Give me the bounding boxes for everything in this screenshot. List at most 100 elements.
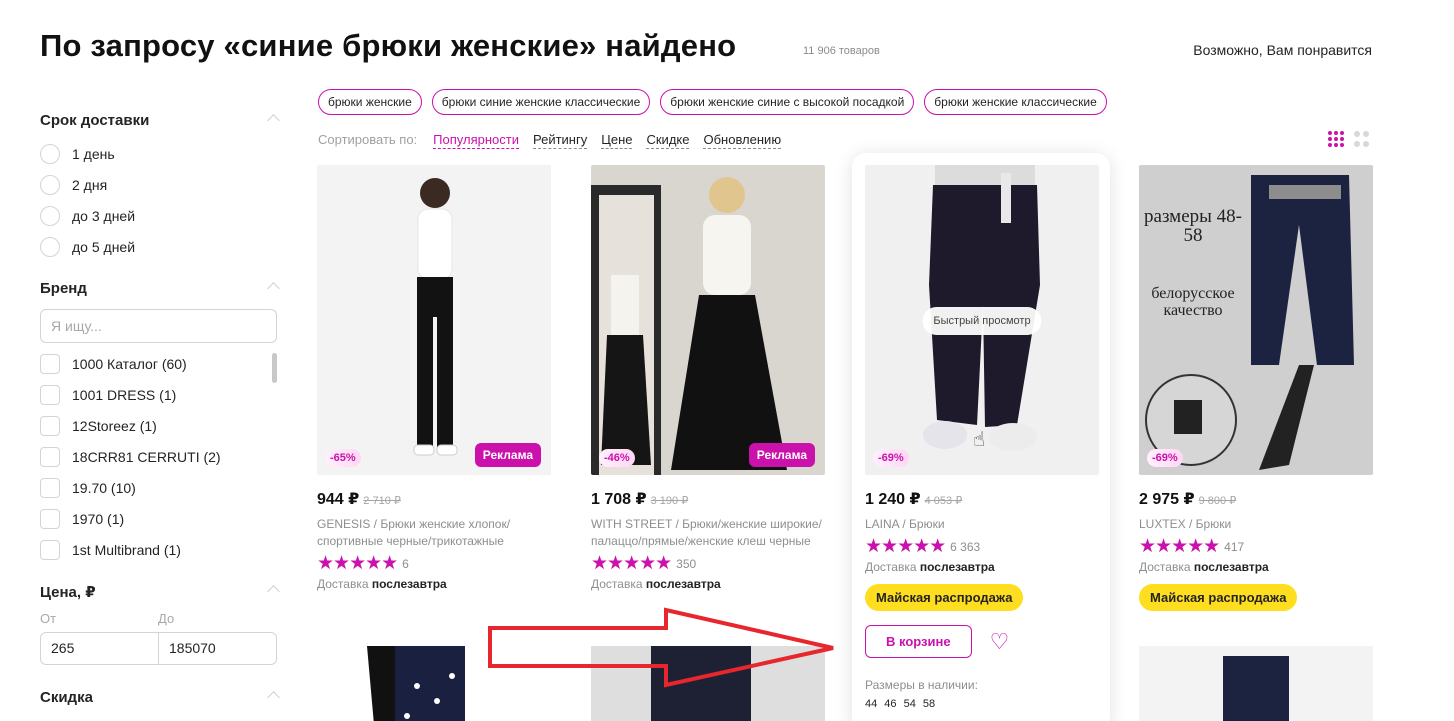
discount-badge: -69% <box>1147 449 1183 467</box>
chevron-up-icon[interactable] <box>267 282 280 295</box>
star-icons: ★★★★★ <box>317 553 398 574</box>
sale-badge[interactable]: Майская распродажа <box>1139 584 1298 611</box>
banner-sizes: размеры 48-58 <box>1144 206 1242 246</box>
suggestion-chip[interactable]: брюки женские <box>318 89 422 115</box>
star-icons: ★★★★★ <box>591 553 672 574</box>
delivery-option[interactable]: до 5 дней <box>40 231 280 262</box>
product-rating: ★★★★★ 6 363 <box>865 536 981 557</box>
product-card[interactable]: Быстрый просмотр -69% ☝ 1 240 ₽4 053 ₽ L… <box>865 165 1099 710</box>
ad-badge: Реклама <box>474 443 541 467</box>
star-icons: ★★★★★ <box>1139 536 1220 557</box>
brand-option[interactable]: 1970 (1) <box>40 503 280 534</box>
recommendations-link[interactable]: Возможно, Вам понравится <box>1193 42 1372 58</box>
radio-button[interactable] <box>40 205 60 226</box>
sort-rating[interactable]: Рейтингу <box>532 132 588 149</box>
hand-cursor-icon: ☝ <box>973 429 986 451</box>
radio-button[interactable] <box>40 143 60 164</box>
star-icons: ★★★★★ <box>865 536 946 557</box>
suggestion-chip[interactable]: брюки синие женские классические <box>431 89 651 115</box>
brand-option[interactable]: 19.70 (10) <box>40 472 280 503</box>
product-card[interactable]: размеры 48-58 белорусское качество -69% … <box>1139 165 1373 611</box>
product-card[interactable]: -65% Реклама 944 ₽2 710 ₽ GENESIS / Брюк… <box>317 165 551 591</box>
page-title: По запросу «синие брюки женские» найдено <box>40 28 737 63</box>
filters-sidebar: Срок доставки 1 день 2 дня до 3 дней до … <box>40 112 280 709</box>
banner-quality: белорусское качество <box>1151 285 1235 319</box>
delivery-filter-title[interactable]: Срок доставки <box>40 112 280 132</box>
delivery-option[interactable]: до 3 дней <box>40 200 280 231</box>
brand-search-input[interactable]: Я ищу... <box>40 309 277 343</box>
checkbox[interactable] <box>40 353 60 374</box>
checkbox[interactable] <box>40 446 60 467</box>
brand-option[interactable]: 12Storeez (1) <box>40 410 280 441</box>
checkbox[interactable] <box>40 508 60 529</box>
product-image[interactable] <box>1139 646 1373 721</box>
discount-filter-title[interactable]: Скидка <box>40 689 280 709</box>
sort-discount[interactable]: Скидке <box>646 132 690 149</box>
product-image[interactable]: Быстрый просмотр -69% ☝ <box>865 165 1099 475</box>
delivery-option[interactable]: 2 дня <box>40 169 280 200</box>
search-suggestions: брюки женские брюки синие женские класси… <box>318 89 1107 115</box>
chevron-up-icon[interactable] <box>267 691 280 704</box>
sort-label: Сортировать по: <box>318 132 418 147</box>
price-to-label: До <box>158 611 175 626</box>
delivery-info: Доставка послезавтра <box>1139 560 1269 574</box>
brand-list-scrollbar[interactable] <box>272 353 277 383</box>
product-price: 944 ₽2 710 ₽ <box>317 491 401 508</box>
checkbox[interactable] <box>40 539 60 560</box>
price-filter-title[interactable]: Цена, ₽ <box>40 583 280 603</box>
grid-small-icon[interactable] <box>1328 131 1344 147</box>
old-price: 2 710 ₽ <box>363 495 401 507</box>
old-price: 4 053 ₽ <box>924 495 963 507</box>
brand-option[interactable]: 18CRR81 CERRUTI (2) <box>40 441 280 472</box>
chevron-up-icon[interactable] <box>267 585 280 598</box>
checkbox[interactable] <box>40 384 60 405</box>
brand-option[interactable]: 1001 DRESS (1) <box>40 379 280 410</box>
sort-price[interactable]: Цене <box>601 132 633 149</box>
product-name[interactable]: LUXTEX / Брюки <box>1139 516 1373 533</box>
in-cart-button[interactable]: В корзине <box>865 625 972 658</box>
suggestion-chip[interactable]: брюки женские синие с высокой посадкой <box>660 89 915 115</box>
suggestion-chip[interactable]: брюки женские классические <box>924 89 1107 115</box>
sort-bar: Сортировать по: Популярности Рейтингу Це… <box>318 132 782 149</box>
delivery-info: Доставка послезавтра <box>865 560 995 574</box>
product-image[interactable]: -65% Реклама <box>317 165 551 475</box>
old-price: 9 800 ₽ <box>1198 495 1237 507</box>
grid-large-icon[interactable] <box>1354 131 1369 147</box>
product-image[interactable]: размеры 48-58 белорусское качество -69% <box>1139 165 1373 475</box>
heart-icon[interactable]: ♡ <box>990 630 1010 652</box>
sale-badge[interactable]: Майская распродажа <box>865 584 1024 611</box>
brand-filter-title[interactable]: Бренд <box>40 280 280 300</box>
brand-option[interactable]: 1st Multibrand (1) <box>40 534 280 565</box>
price-from-label: От <box>40 611 57 626</box>
radio-button[interactable] <box>40 236 60 257</box>
delivery-info: Доставка послезавтра <box>317 577 447 591</box>
sizes-list: 44 46 54 58 <box>865 698 936 710</box>
radio-button[interactable] <box>40 174 60 195</box>
product-rating: ★★★★★ 350 <box>591 553 697 574</box>
discount-badge: -69% <box>873 449 909 467</box>
delivery-info: Доставка послезавтра <box>591 577 721 591</box>
checkbox[interactable] <box>40 415 60 436</box>
product-name[interactable]: WITH STREET / Брюки/женские широкие/пала… <box>591 516 825 550</box>
sort-update[interactable]: Обновлению <box>703 132 782 149</box>
chevron-up-icon[interactable] <box>267 114 280 127</box>
delivery-option[interactable]: 1 день <box>40 138 280 169</box>
sort-popularity[interactable]: Популярности <box>433 132 519 149</box>
sizes-label: Размеры в наличии: <box>865 678 978 692</box>
product-price: 2 975 ₽9 800 ₽ <box>1139 491 1237 508</box>
brand-option[interactable]: 1000 Каталог (60) <box>40 348 280 379</box>
product-price: 1 708 ₽3 190 ₽ <box>591 491 689 508</box>
ad-badge: Реклама <box>748 443 815 467</box>
product-card[interactable]: -46% Реклама 1 708 ₽3 190 ₽ WITH STREET … <box>591 165 825 591</box>
product-image[interactable]: -46% Реклама <box>591 165 825 475</box>
discount-badge: -65% <box>325 449 361 467</box>
product-name[interactable]: GENESIS / Брюки женские хлопок/ спортивн… <box>317 516 551 550</box>
price-to-input[interactable]: 185070 <box>159 633 276 664</box>
price-from-input[interactable]: 265 <box>41 633 159 664</box>
product-rating: ★★★★★ 6 <box>317 553 409 574</box>
product-rating: ★★★★★ 417 <box>1139 536 1245 557</box>
quick-view-button[interactable]: Быстрый просмотр <box>922 307 1042 335</box>
checkbox[interactable] <box>40 477 60 498</box>
product-name[interactable]: LAINA / Брюки <box>865 516 1099 533</box>
product-price: 1 240 ₽4 053 ₽ <box>865 491 963 508</box>
